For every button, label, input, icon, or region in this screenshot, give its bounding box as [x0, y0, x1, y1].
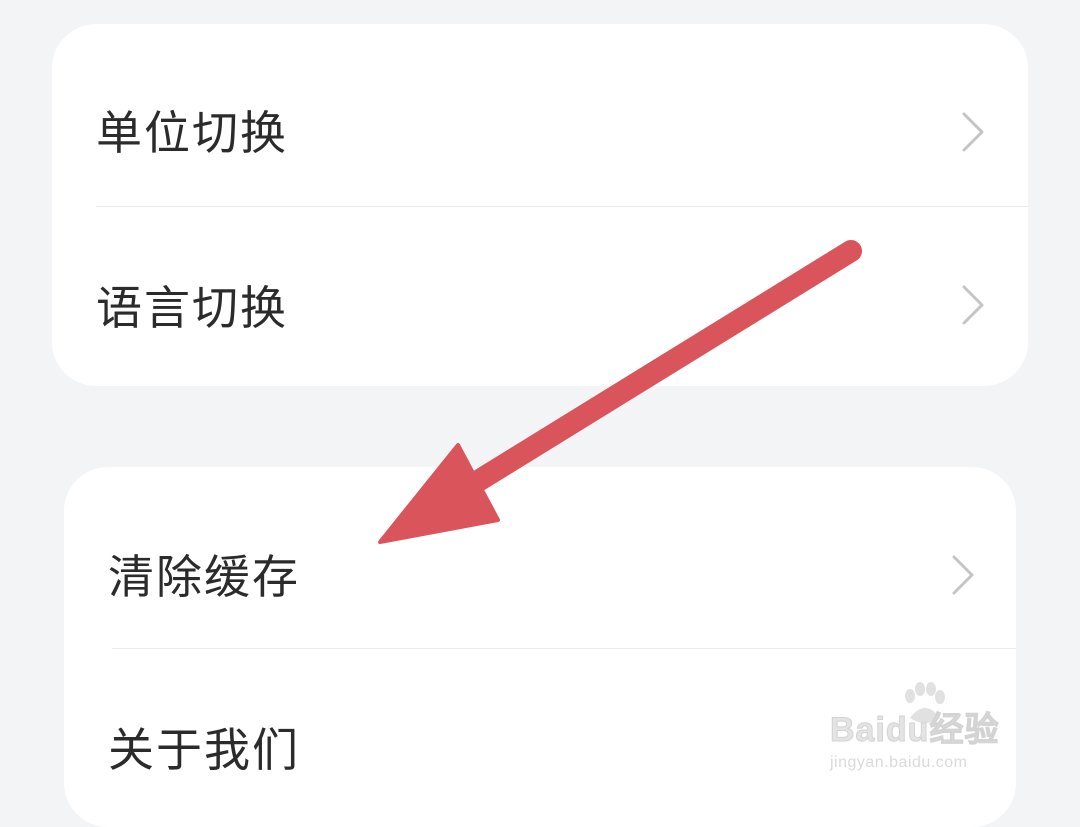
about-us-label: 关于我们	[108, 723, 300, 777]
watermark-logo-text: Baidu经验	[829, 711, 1000, 750]
clear-cache-label: 清除缓存	[108, 550, 300, 604]
unit-switch-label: 单位切换	[96, 106, 288, 160]
language-switch-row[interactable]: 语言切换	[52, 207, 1028, 386]
unit-switch-row[interactable]: 单位切换	[52, 24, 1028, 206]
clear-cache-row[interactable]: 清除缓存	[64, 467, 1016, 648]
baidu-jingyan-watermark: Baidu经验 jingyan.baidu.com	[829, 682, 1030, 782]
chevron-right-icon	[962, 112, 984, 152]
watermark-url: jingyan.baidu.com	[830, 754, 968, 771]
chevron-right-icon	[952, 555, 974, 595]
language-switch-label: 语言切换	[96, 281, 288, 335]
chevron-right-icon	[962, 285, 984, 325]
settings-group-1: 单位切换 语言切换	[52, 24, 1028, 386]
